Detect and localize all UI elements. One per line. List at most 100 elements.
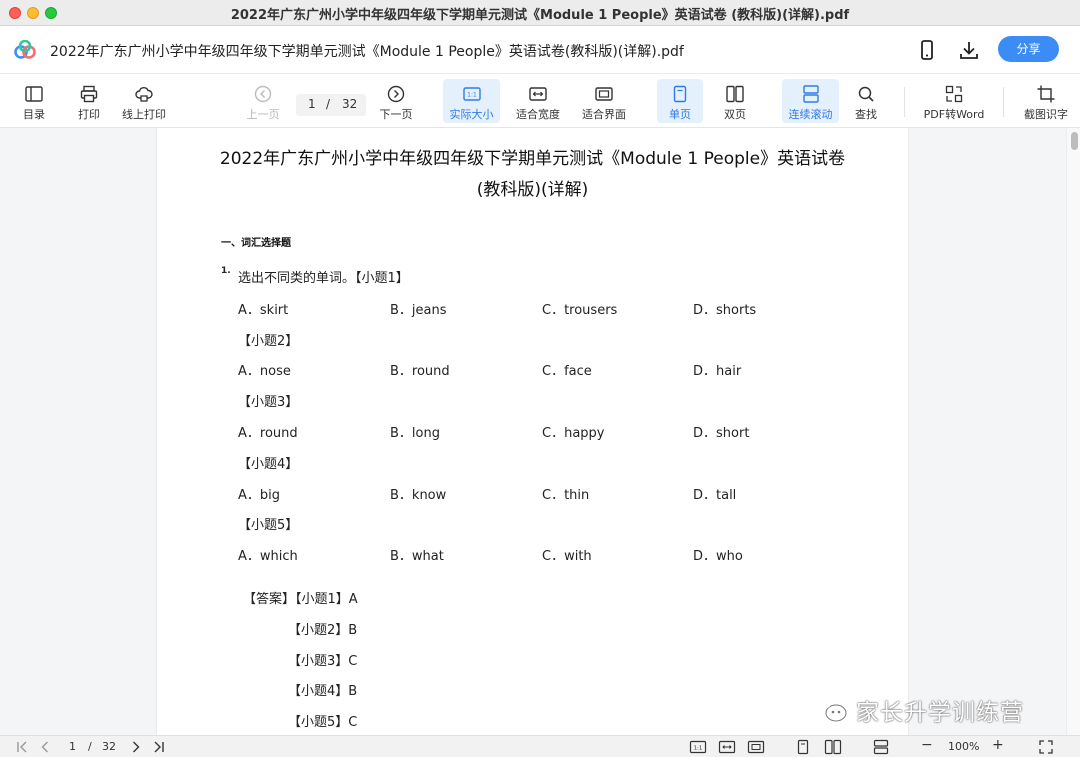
- actual-size-small-icon-text: 1:1: [694, 746, 703, 752]
- watermark-text: 家长升学训练营: [856, 700, 1024, 726]
- ocr-button[interactable]: 截图识字: [1018, 79, 1074, 123]
- pdf-page: 2022年广东广州小学中年级四年级下学期单元测试《Module 1 People…: [157, 128, 908, 735]
- option-d: D．who: [693, 549, 743, 564]
- question-number: 1.: [221, 266, 231, 276]
- option-a: A．big: [238, 488, 281, 503]
- option-a: A．round: [238, 426, 298, 441]
- pdf-to-word-button[interactable]: PDF转Word: [918, 79, 990, 123]
- pdf-to-word-label: PDF转Word: [923, 108, 985, 121]
- share-button[interactable]: 分享: [998, 36, 1059, 62]
- option-b: B．know: [390, 488, 447, 503]
- chevron-left-circle-icon: [254, 85, 272, 103]
- answer-line: 【小题5】C: [288, 715, 358, 730]
- single-page-label: 单页: [669, 108, 691, 121]
- search-label: 查找: [855, 108, 877, 121]
- option-b: B．long: [390, 426, 440, 441]
- printer-icon: [80, 85, 98, 103]
- option-a: A．nose: [238, 364, 291, 379]
- fullscreen-icon[interactable]: [1038, 739, 1054, 755]
- option-c: C．happy: [542, 426, 605, 441]
- document-viewport[interactable]: 2022年广东广州小学中年级四年级下学期单元测试《Module 1 People…: [0, 128, 1080, 735]
- double-page-icon: [726, 85, 744, 103]
- double-page-label: 双页: [724, 108, 746, 121]
- next-page-button[interactable]: 下一页: [376, 79, 416, 123]
- main-toolbar: 目录 打印 线上打印 上一页 1 / 32 下一页 1:1 实际大小 适合宽度 …: [0, 75, 1080, 128]
- zoom-in-button[interactable]: +: [992, 737, 1004, 753]
- prev-page-icon[interactable]: [37, 739, 53, 755]
- fit-width-button[interactable]: 适合宽度: [511, 79, 565, 123]
- total-pages: 32: [342, 97, 358, 111]
- fit-width-icon: [529, 87, 547, 101]
- fit-page-label: 适合界面: [582, 108, 626, 121]
- toolbar-divider: [904, 87, 905, 117]
- actual-size-button[interactable]: 1:1 实际大小: [443, 79, 500, 123]
- single-page-small-icon[interactable]: [795, 739, 811, 755]
- status-total-pages: 32: [102, 740, 116, 753]
- doc-heading-line-1: 2022年广东广州小学中年级四年级下学期单元测试《Module 1 People…: [219, 149, 846, 169]
- window-titlebar: 2022年广东广州小学中年级四年级下学期单元测试《Module 1 People…: [0, 0, 1080, 26]
- vertical-scrollbar[interactable]: [1066, 128, 1080, 735]
- actual-size-small-icon[interactable]: 1:1: [689, 739, 707, 755]
- mobile-phone-icon[interactable]: [916, 39, 938, 61]
- option-b: B．jeans: [390, 303, 447, 318]
- section-heading: 一、词汇选择题: [221, 238, 291, 249]
- single-page-icon: [673, 85, 687, 103]
- option-c: C．face: [542, 364, 592, 379]
- fit-page-small-icon[interactable]: [747, 739, 765, 755]
- prev-page-label: 上一页: [246, 108, 280, 121]
- chevron-right-circle-icon: [387, 85, 405, 103]
- actual-size-label: 实际大小: [449, 108, 494, 121]
- doc-heading-line-2: (教科版)(详解): [476, 180, 589, 200]
- toc-icon: [25, 86, 43, 102]
- search-button[interactable]: 查找: [846, 79, 886, 123]
- double-page-button[interactable]: 双页: [712, 79, 758, 123]
- zoom-level: 100%: [948, 740, 980, 753]
- print-button[interactable]: 打印: [69, 79, 109, 123]
- status-current-page[interactable]: 1: [69, 740, 76, 753]
- toc-button[interactable]: 目录: [14, 79, 54, 123]
- option-c: C．with: [542, 549, 592, 564]
- last-page-icon[interactable]: [151, 739, 167, 755]
- app-header: 2022年广东广州小学中年级四年级下学期单元测试《Module 1 People…: [0, 26, 1080, 74]
- search-icon: [858, 86, 874, 102]
- online-print-button[interactable]: 线上打印: [118, 79, 170, 123]
- scrollbar-thumb[interactable]: [1071, 132, 1078, 150]
- answer-line: 【小题3】C: [288, 654, 358, 669]
- sub-question-label: 【小题2】: [238, 334, 299, 349]
- single-page-button[interactable]: 单页: [657, 79, 703, 123]
- app-logo-icon: [14, 40, 36, 59]
- sub-question-label: 【小题3】: [238, 395, 299, 410]
- option-a: A．skirt: [238, 303, 289, 318]
- option-d: D．hair: [693, 364, 742, 379]
- continuous-scroll-small-icon[interactable]: [872, 739, 890, 755]
- option-d: D．short: [693, 426, 750, 441]
- fit-page-button[interactable]: 适合界面: [577, 79, 631, 123]
- continuous-scroll-icon: [802, 85, 819, 103]
- continuous-scroll-label: 连续滚动: [788, 108, 833, 121]
- double-page-small-icon[interactable]: [824, 739, 842, 755]
- answer-line: 【小题4】B: [288, 684, 358, 699]
- convert-icon: [945, 85, 963, 103]
- option-a: A．which: [238, 549, 298, 564]
- option-d: D．shorts: [693, 303, 757, 318]
- status-bar: 1 / 32 1:1 − 100% +: [0, 735, 1080, 757]
- page-separator: /: [326, 97, 331, 111]
- download-icon[interactable]: [958, 39, 980, 61]
- fit-width-small-icon[interactable]: [718, 739, 736, 755]
- zoom-out-button[interactable]: −: [921, 737, 933, 753]
- continuous-scroll-button[interactable]: 连续滚动: [782, 79, 839, 123]
- answer-heading: 【答案】【小题1】A: [243, 592, 358, 607]
- toolbar-divider: [1003, 87, 1004, 117]
- option-c: C．trousers: [542, 303, 618, 318]
- status-page-separator: /: [88, 740, 92, 753]
- page-number-input[interactable]: 1 / 32: [296, 94, 366, 116]
- next-page-icon[interactable]: [128, 739, 144, 755]
- cloud-print-icon: [135, 87, 153, 102]
- window-title: 2022年广东广州小学中年级四年级下学期单元测试《Module 1 People…: [230, 8, 850, 23]
- toc-label: 目录: [23, 108, 45, 121]
- first-page-icon[interactable]: [14, 739, 30, 755]
- print-label: 打印: [78, 108, 100, 121]
- prev-page-button[interactable]: 上一页: [243, 79, 283, 123]
- option-b: B．what: [390, 549, 444, 564]
- wechat-icon: [809, 696, 847, 722]
